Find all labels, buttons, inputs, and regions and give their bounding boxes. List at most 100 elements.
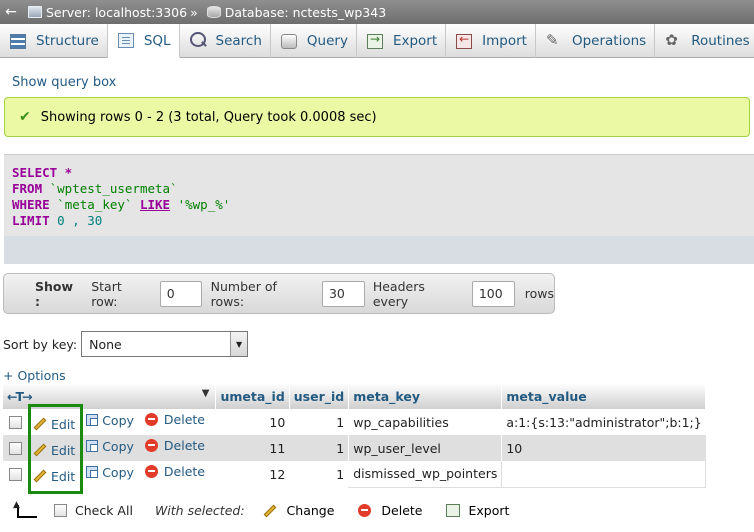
- copy-action[interactable]: Copy: [86, 465, 134, 480]
- show-label: Show :: [35, 278, 74, 309]
- change-label: Change: [286, 503, 335, 518]
- delete-label: Delete: [163, 464, 205, 480]
- delete-action[interactable]: Delete: [144, 464, 205, 480]
- export-icon: [446, 504, 461, 517]
- dropdown-arrow-icon: ▼: [230, 332, 248, 356]
- delete-icon: [144, 439, 158, 453]
- tab-import[interactable]: Import: [446, 24, 536, 58]
- pencil-icon: [33, 443, 47, 457]
- headers-every-input[interactable]: 100: [471, 280, 515, 307]
- copy-action[interactable]: Copy: [86, 413, 134, 428]
- sql-table: `wptest_usermeta`: [42, 181, 178, 196]
- check-all-label[interactable]: Check All: [75, 503, 133, 518]
- structure-icon: [10, 33, 26, 49]
- tab-operations[interactable]: Operations: [536, 24, 656, 58]
- number-of-rows-label: Number of rows:: [210, 278, 277, 309]
- cell-umeta-id[interactable]: 10: [215, 409, 290, 435]
- tab-search[interactable]: Search: [180, 24, 271, 58]
- rows-label: rows: [524, 286, 554, 301]
- cell-meta-key[interactable]: wp_capabilities: [348, 409, 502, 435]
- sql-keyword: FROM: [12, 181, 43, 196]
- database-icon: [206, 6, 221, 18]
- cell-umeta-id[interactable]: 11: [215, 435, 290, 461]
- success-text: Showing rows 0 - 2 (3 total, Query took …: [40, 109, 377, 125]
- cell-user-id[interactable]: 1: [289, 409, 349, 435]
- cell-meta-value[interactable]: 10: [501, 435, 706, 461]
- sort-dropdown-icon[interactable]: ▼: [202, 388, 210, 399]
- server-icon: [28, 6, 42, 18]
- copy-action[interactable]: Copy: [86, 439, 134, 454]
- pencil-icon: [33, 417, 47, 431]
- edit-action[interactable]: Edit: [33, 469, 75, 484]
- tab-routines[interactable]: Routines: [655, 24, 754, 58]
- delete-label: Delete: [163, 438, 205, 454]
- delete-action[interactable]: Delete: [144, 438, 205, 454]
- edit-label: Edit: [51, 416, 76, 432]
- edit-label: Edit: [51, 468, 76, 484]
- cell-meta-key[interactable]: wp_user_level: [348, 435, 502, 461]
- row-checkbox-cell: [3, 461, 29, 487]
- tab-label: Query: [306, 33, 348, 49]
- cell-umeta-id[interactable]: 12: [215, 461, 290, 487]
- show-query-box-link[interactable]: Show query box: [12, 75, 116, 90]
- column-header-user-id[interactable]: user_id: [289, 383, 350, 409]
- row-checkbox-cell: [3, 435, 29, 461]
- tab-sql[interactable]: SQL: [107, 24, 180, 58]
- tab-export[interactable]: Export: [357, 24, 447, 58]
- row-actions: Edit Copy Delete: [29, 409, 216, 435]
- table-row: Edit Copy Delete 10 1 wp_capabilities a:…: [3, 409, 706, 435]
- tab-label: Import: [482, 33, 527, 49]
- delete-action[interactable]: Delete: [144, 412, 205, 427]
- table-header-row: ←T→ ▼ umeta_id user_id meta_key meta_val…: [3, 383, 707, 409]
- edit-action[interactable]: Edit: [33, 443, 75, 458]
- export-selected-button[interactable]: Export: [446, 503, 509, 518]
- row-actions: Edit Copy Delete: [29, 461, 216, 487]
- change-button[interactable]: Change: [263, 503, 335, 518]
- tab-structure[interactable]: Structure: [0, 24, 108, 58]
- with-selected-label: With selected:: [154, 503, 245, 518]
- check-all-checkbox[interactable]: [54, 504, 67, 517]
- tab-query[interactable]: Query: [271, 24, 357, 58]
- start-row-input[interactable]: 0: [159, 280, 202, 307]
- pencil-icon: [263, 504, 276, 517]
- operations-icon: [546, 31, 562, 49]
- delete-selected-button[interactable]: Delete: [358, 503, 422, 518]
- edit-label: Edit: [51, 442, 76, 458]
- options-header: ←T→ ▼: [3, 383, 217, 409]
- cell-meta-value[interactable]: [501, 461, 707, 488]
- headers-every-label: Headers every: [372, 278, 425, 309]
- sql-icon: [117, 33, 134, 48]
- bulk-actions-bar: ▲ Check All With selected: Change Delete…: [12, 500, 533, 519]
- column-header-meta-key[interactable]: meta_key: [348, 383, 503, 409]
- back-arrow-icon[interactable]: ←: [0, 4, 22, 20]
- sql-keyword: WHERE: [12, 197, 50, 212]
- delete-icon: [144, 413, 158, 427]
- column-header-umeta-id[interactable]: umeta_id: [215, 383, 290, 409]
- sort-by-key-select[interactable]: None ▼: [81, 331, 249, 357]
- sql-query-box: SELECT * FROM `wptest_usermeta` WHERE `m…: [4, 154, 754, 264]
- breadcrumb-separator: »: [190, 4, 198, 20]
- row-checkbox[interactable]: [9, 467, 22, 481]
- copy-label: Copy: [102, 464, 134, 480]
- row-checkbox[interactable]: [9, 441, 22, 455]
- cell-meta-key[interactable]: dismissed_wp_pointers: [348, 461, 503, 488]
- results-table: ←T→ ▼ umeta_id user_id meta_key meta_val…: [3, 383, 707, 488]
- delete-selected-label: Delete: [381, 503, 423, 518]
- cell-user-id[interactable]: 1: [289, 461, 349, 487]
- pencil-icon: [33, 469, 47, 483]
- breadcrumb-database[interactable]: Database: nctests_wp343: [225, 5, 386, 20]
- row-checkbox[interactable]: [9, 415, 22, 429]
- routines-icon: [665, 31, 681, 49]
- sort-by-key: Sort by key: None ▼: [3, 331, 249, 357]
- edit-action[interactable]: Edit: [33, 417, 75, 432]
- breadcrumb-server[interactable]: Server: localhost:3306: [46, 5, 187, 20]
- navigation-show-bar: Show : Start row: 0 Number of rows: 30 H…: [3, 273, 555, 314]
- cell-user-id[interactable]: 1: [289, 435, 349, 461]
- number-of-rows-input[interactable]: 30: [321, 280, 365, 307]
- column-options-arrows[interactable]: ←T→: [7, 389, 33, 404]
- column-header-meta-value[interactable]: meta_value: [501, 383, 707, 409]
- cell-meta-value[interactable]: a:1:{s:13:"administrator";b:1;}: [501, 409, 706, 435]
- options-link[interactable]: + Options: [3, 368, 66, 383]
- select-arrow-icon: ▲: [12, 500, 38, 518]
- import-icon: [456, 32, 473, 49]
